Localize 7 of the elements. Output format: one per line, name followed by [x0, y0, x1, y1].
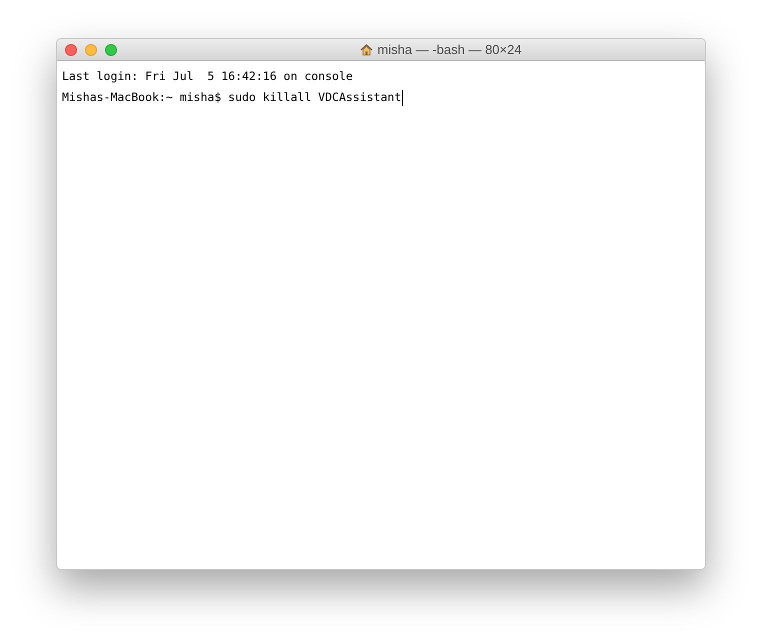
zoom-button[interactable] [105, 44, 117, 56]
minimize-button[interactable] [85, 44, 97, 56]
terminal-line: Last login: Fri Jul 5 16:42:16 on console [62, 68, 353, 85]
window-title: misha — -bash — 80×24 [377, 40, 522, 59]
terminal-line: Mishas-MacBook:~ misha$ sudo killall VDCAssistant [62, 89, 402, 106]
close-button[interactable] [65, 44, 77, 56]
home-icon [360, 44, 374, 56]
